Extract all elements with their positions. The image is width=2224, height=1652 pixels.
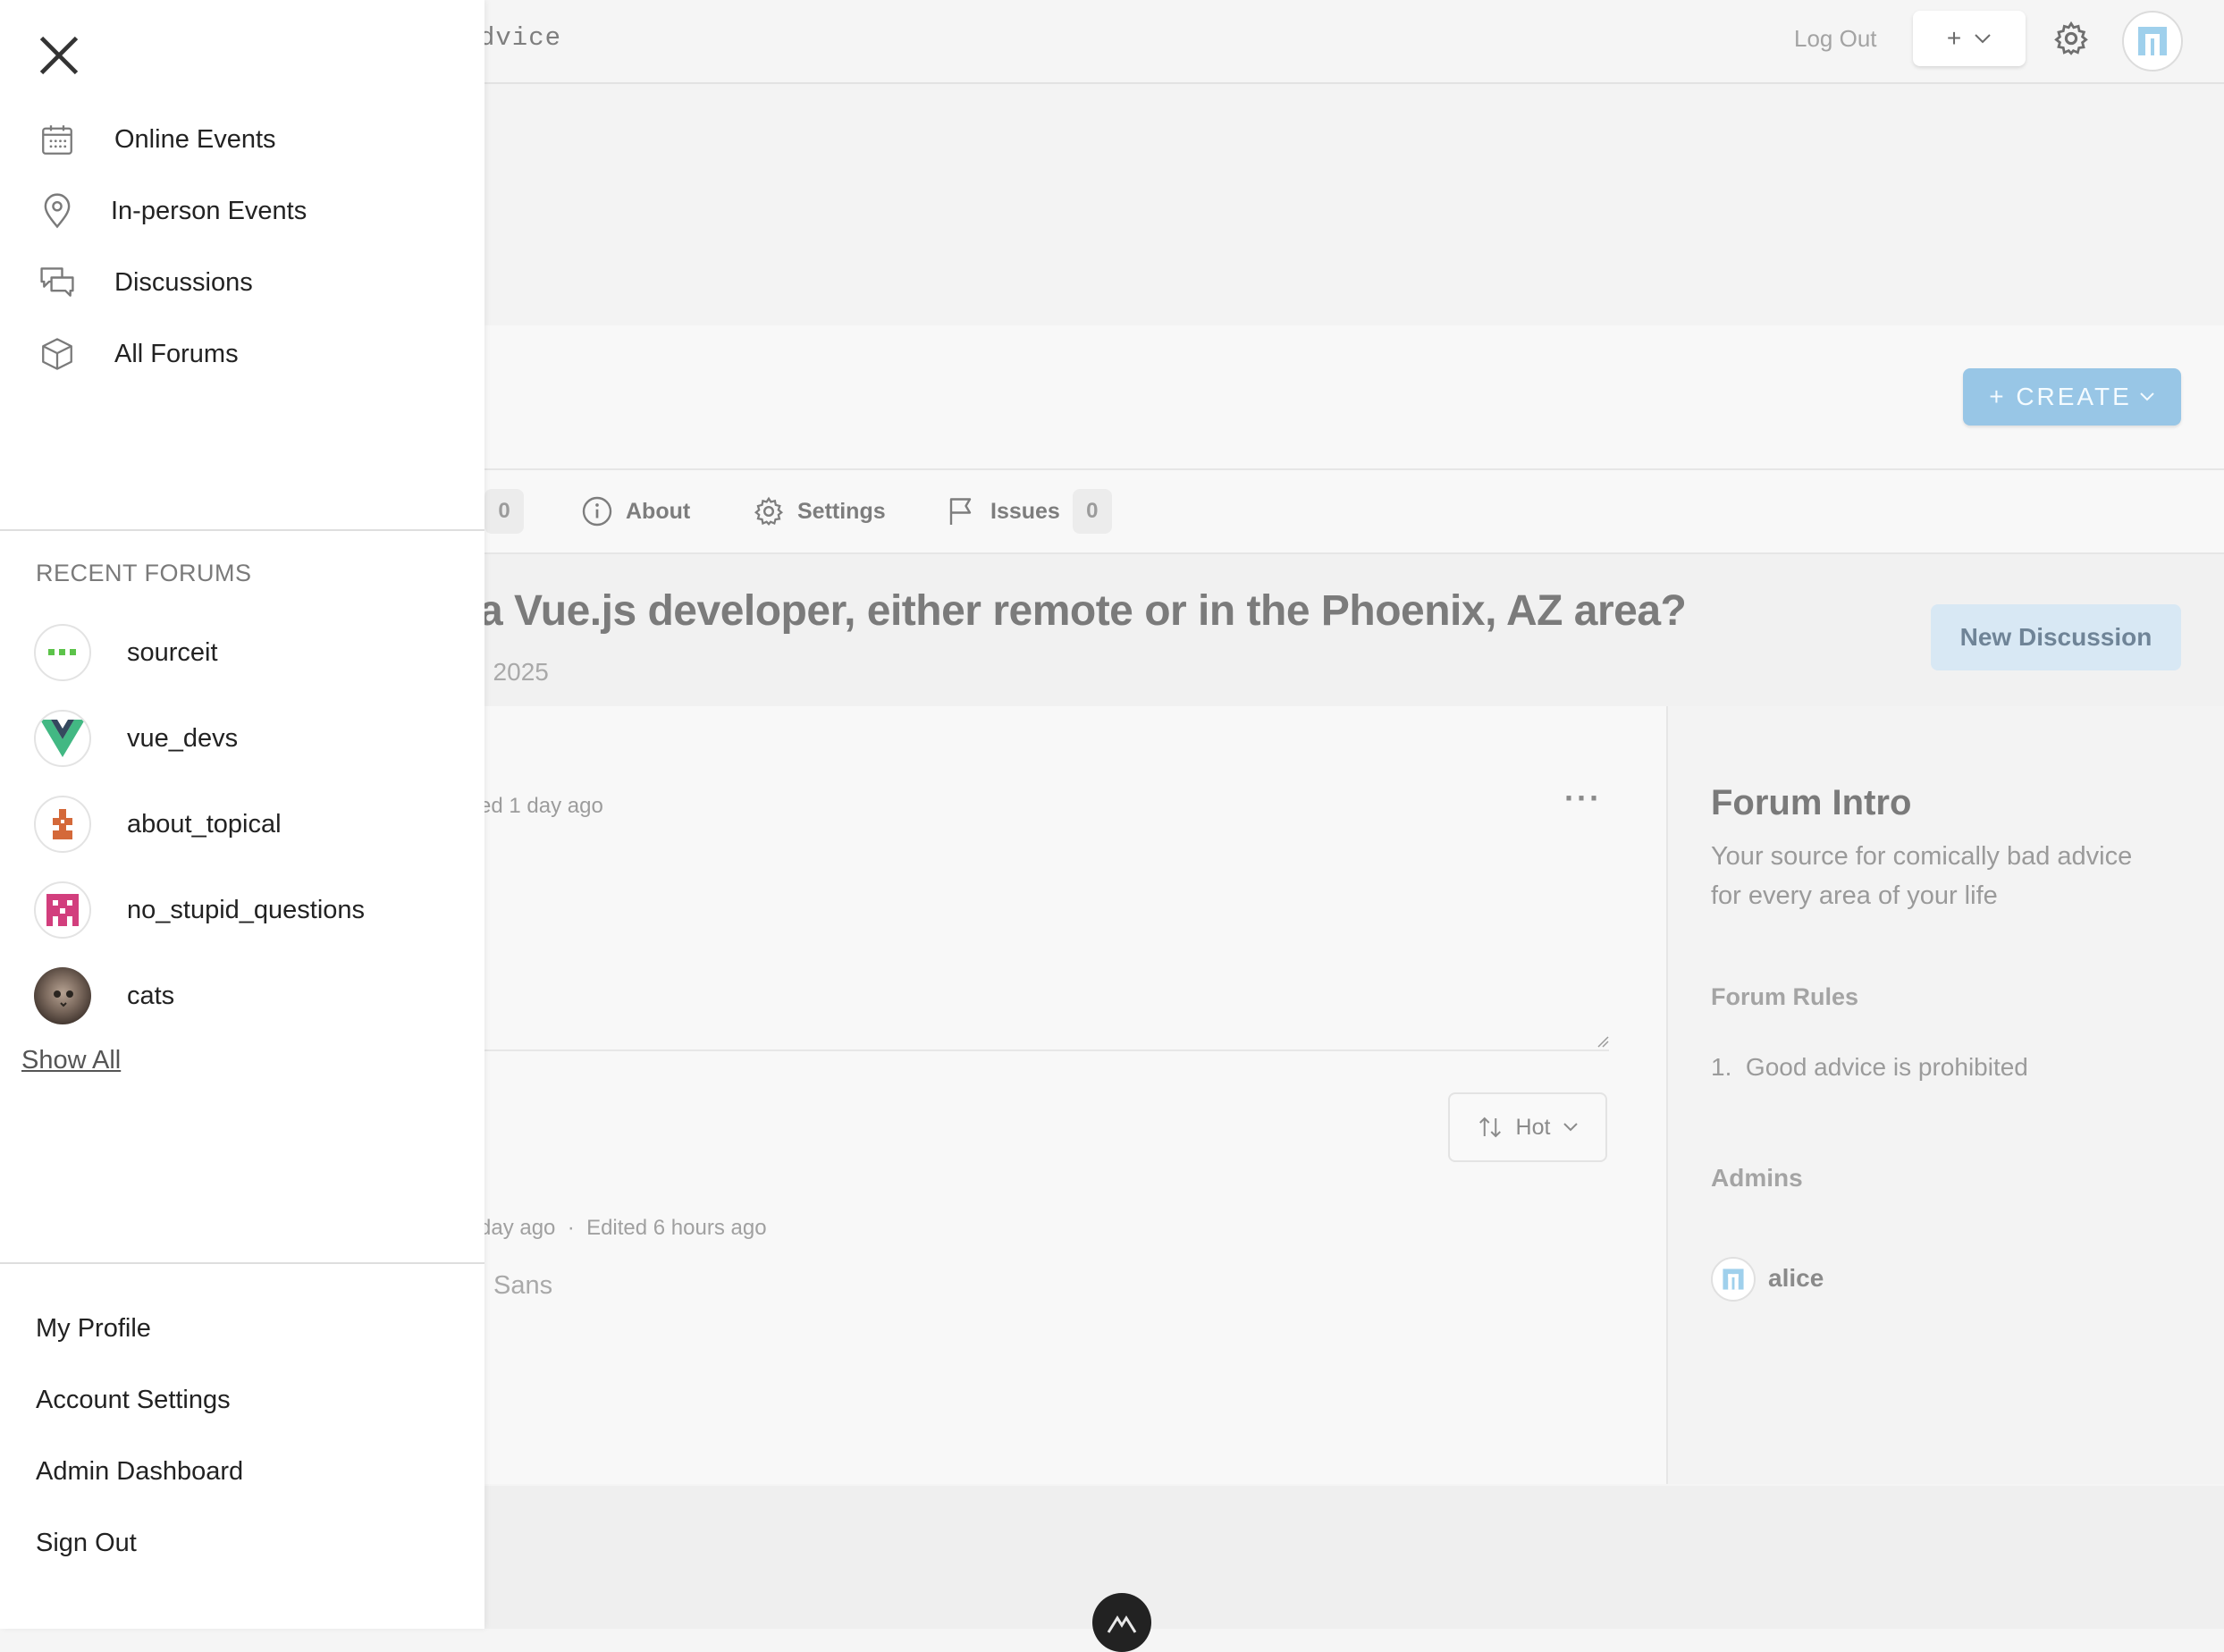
sort-label: Hot <box>1515 1114 1551 1140</box>
my-profile-link[interactable]: My Profile <box>36 1314 151 1344</box>
gear-icon[interactable] <box>2052 20 2090 57</box>
forum-name: sourceit <box>127 637 218 667</box>
sort-dropdown[interactable]: Hot <box>1448 1092 1607 1162</box>
logout-link[interactable]: Log Out <box>1794 25 1877 53</box>
nav-label: Online Events <box>114 124 276 154</box>
cube-icon <box>34 331 80 377</box>
page-footer-area <box>306 1486 2224 1629</box>
info-icon <box>582 496 612 527</box>
recent-forums-title: RECENT FORUMS <box>36 560 252 586</box>
tab-about-label: About <box>626 498 691 524</box>
chevron-down-icon <box>2140 392 2154 401</box>
admin-avatar[interactable] <box>1711 1257 1756 1302</box>
nav-discussions[interactable]: Discussions <box>34 257 253 308</box>
nav-label: Discussions <box>114 267 253 297</box>
app-logo-icon[interactable] <box>1092 1593 1151 1652</box>
recent-forum-item[interactable]: sourceit <box>34 622 218 683</box>
location-pin-icon <box>34 188 80 234</box>
nav-in-person-events[interactable]: In-person Events <box>34 186 307 236</box>
create-label: + CREATE <box>1989 383 2132 410</box>
admin-dashboard-link[interactable]: Admin Dashboard <box>36 1457 243 1487</box>
gear-icon <box>754 496 784 526</box>
chevron-down-icon <box>1563 1123 1579 1132</box>
cats-avatar-icon <box>34 967 91 1024</box>
discussion-date: , 2025 <box>479 658 549 686</box>
tab-settings-label: Settings <box>797 498 886 524</box>
comment-editor[interactable] <box>484 831 1609 1051</box>
chat-bubbles-icon <box>34 259 80 306</box>
tab-settings[interactable]: Settings <box>753 489 886 534</box>
tab-issues-label: Issues <box>990 498 1060 524</box>
forum-name: cats <box>127 981 175 1010</box>
create-menu-button[interactable]: + <box>1913 11 2026 66</box>
forum-intro-title: Forum Intro <box>1711 783 1912 822</box>
drawer-divider <box>0 1262 484 1264</box>
about-topical-avatar-icon <box>34 796 91 853</box>
nav-online-events[interactable]: Online Events <box>34 114 276 164</box>
sourceit-avatar-icon <box>34 624 91 681</box>
recent-forum-item[interactable]: vue_devs <box>34 708 238 769</box>
tab-about[interactable]: About <box>581 489 690 534</box>
resize-handle-icon[interactable] <box>1595 1033 1609 1048</box>
forum-name: vue_devs <box>127 723 239 753</box>
tab-issues[interactable]: Issues 0 <box>946 489 1112 534</box>
calendar-icon <box>34 116 80 163</box>
count-badge: 0 <box>484 489 524 534</box>
plus-label: + <box>1946 24 1962 52</box>
user-avatar[interactable] <box>2122 11 2183 72</box>
nav-all-forums[interactable]: All Forums <box>34 329 239 379</box>
app-title: dvice <box>479 23 562 53</box>
create-button[interactable]: + CREATE <box>1963 368 2181 426</box>
drawer-divider <box>0 529 484 531</box>
forum-name: no_stupid_questions <box>127 895 366 924</box>
recent-forum-item[interactable]: no_stupid_questions <box>34 880 365 940</box>
admin-name[interactable]: alice <box>1768 1264 1824 1293</box>
show-all-link[interactable]: Show All <box>21 1046 121 1075</box>
avatar-glyph-icon <box>1723 1268 1744 1290</box>
forum-intro-text: Your source for comically bad advice for… <box>1711 842 2133 910</box>
recent-forum-item[interactable]: cats <box>34 965 174 1026</box>
new-discussion-button[interactable]: New Discussion <box>1931 604 2181 670</box>
more-options-icon[interactable]: ··· <box>1564 780 1602 817</box>
no-stupid-questions-avatar-icon <box>34 881 91 939</box>
recent-forum-item[interactable]: about_topical <box>34 794 282 855</box>
account-settings-link[interactable]: Account Settings <box>36 1386 231 1415</box>
forum-banner <box>484 84 2224 325</box>
post-meta: ed 1 day ago <box>479 794 603 818</box>
forum-name: about_topical <box>127 809 282 839</box>
nav-label: All Forums <box>114 339 239 368</box>
vue-logo-icon <box>34 710 91 767</box>
avatar-glyph-icon <box>2138 27 2167 55</box>
nav-label: In-person Events <box>111 196 307 225</box>
sort-arrows-icon <box>1478 1117 1501 1138</box>
sign-out-link[interactable]: Sign Out <box>36 1529 137 1558</box>
tab-discussions-count[interactable]: 0 <box>484 489 524 534</box>
forum-tabs <box>484 470 2224 554</box>
flag-icon <box>949 498 972 525</box>
chevron-down-icon <box>1975 34 1991 44</box>
issues-count-badge: 0 <box>1072 489 1112 534</box>
comment-meta: day ago · Edited 6 hours ago <box>479 1216 767 1240</box>
comment-text: Sans <box>493 1271 553 1300</box>
forum-rule: 1. Good advice is prohibited <box>1711 1053 2028 1081</box>
discussion-title: a Vue.js developer, either remote or in … <box>479 587 1687 635</box>
admins-title: Admins <box>1711 1164 1803 1192</box>
forum-rules-title: Forum Rules <box>1711 983 1859 1010</box>
close-icon[interactable] <box>36 32 82 79</box>
